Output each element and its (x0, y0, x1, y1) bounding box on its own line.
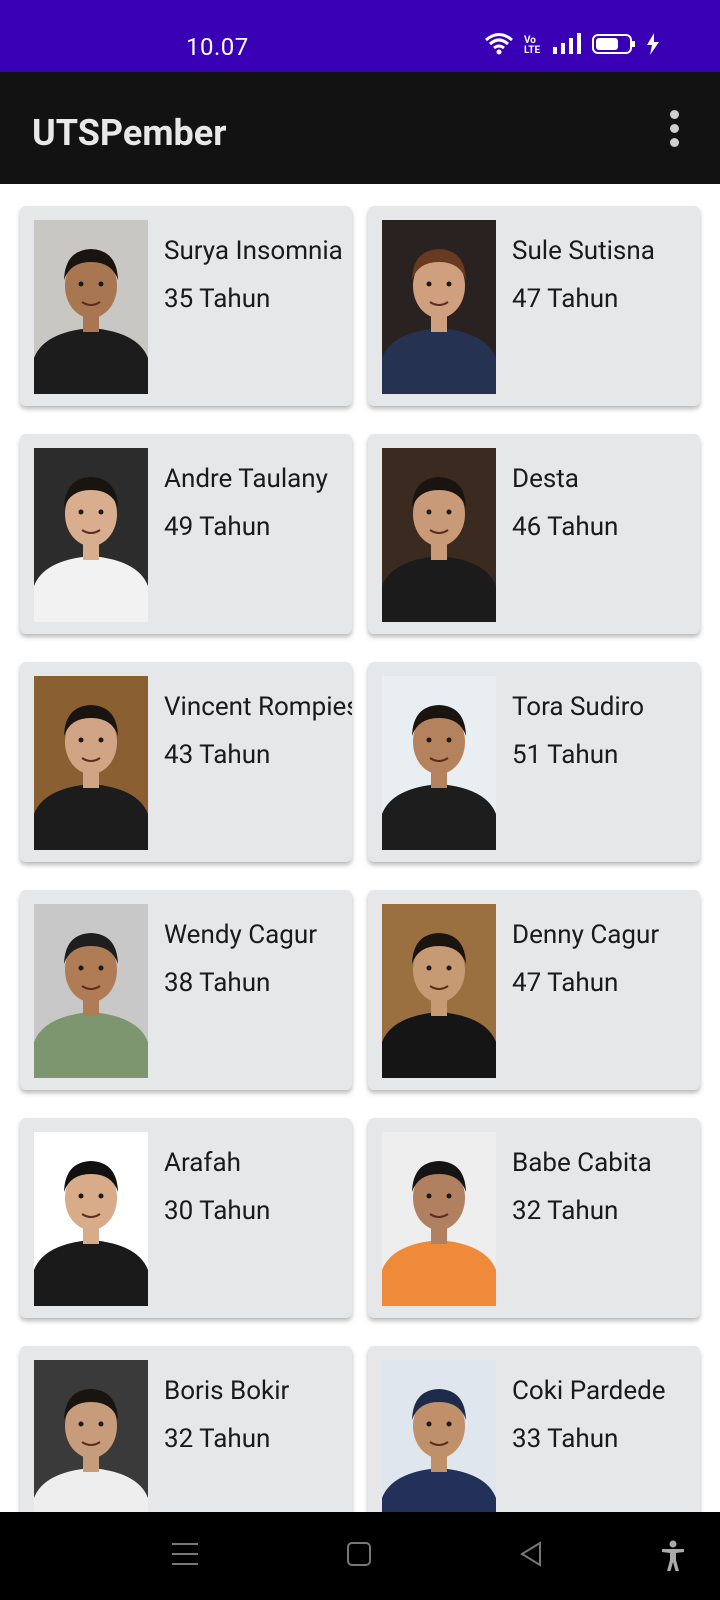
comedian-age: 47 Tahun (512, 968, 619, 998)
comedian-age: 51 Tahun (512, 740, 619, 770)
portrait-photo (34, 676, 148, 850)
comedian-name: Andre Taulany (164, 464, 328, 494)
app-title: UTSPember (32, 112, 227, 154)
comedian-card[interactable]: Wendy Cagur 38 Tahun (20, 890, 352, 1090)
battery-icon (592, 33, 636, 59)
comedian-name: Tora Sudiro (512, 692, 645, 722)
comedian-card[interactable]: Surya Insomnia 35 Tahun (20, 206, 352, 406)
comedian-card[interactable]: Sule Sutisna 47 Tahun (368, 206, 700, 406)
status-time: 10.07 (186, 33, 249, 61)
comedian-age: 38 Tahun (164, 968, 271, 998)
comedian-name: Desta (512, 464, 579, 494)
portrait-photo (382, 448, 496, 622)
comedian-name: Babe Cabita (512, 1148, 652, 1178)
comedian-card[interactable]: Arafah 30 Tahun (20, 1118, 352, 1318)
comedian-name: Coki Pardede (512, 1376, 666, 1406)
portrait-photo (34, 904, 148, 1078)
status-bar: 10.07 Vo LTE (0, 0, 720, 72)
comedian-age: 47 Tahun (512, 284, 619, 314)
comedian-card[interactable]: Tora Sudiro 51 Tahun (368, 662, 700, 862)
home-icon[interactable] (346, 1540, 372, 1572)
comedian-card[interactable]: Andre Taulany 49 Tahun (20, 434, 352, 634)
comedian-card[interactable]: Vincent Rompies 43 Tahun (20, 662, 352, 862)
comedian-age: 32 Tahun (164, 1424, 271, 1454)
comedian-card[interactable]: Coki Pardede 33 Tahun (368, 1346, 700, 1512)
comedian-age: 35 Tahun (164, 284, 271, 314)
charging-icon (646, 33, 660, 59)
back-icon[interactable] (518, 1540, 544, 1572)
comedian-card[interactable]: Denny Cagur 47 Tahun (368, 890, 700, 1090)
portrait-photo (382, 904, 496, 1078)
comedian-name: Sule Sutisna (512, 236, 655, 266)
comedian-name: Wendy Cagur (164, 920, 318, 950)
portrait-photo (382, 1360, 496, 1512)
comedian-name: Arafah (164, 1148, 241, 1178)
comedian-name: Vincent Rompies (164, 692, 352, 722)
wifi-icon (484, 32, 514, 60)
overflow-menu-icon[interactable] (668, 110, 680, 147)
comedian-name: Boris Bokir (164, 1376, 290, 1406)
comedian-age: 46 Tahun (512, 512, 619, 542)
navigation-bar (0, 1512, 720, 1600)
comedian-name: Surya Insomnia (164, 236, 343, 266)
signal-icon (552, 33, 582, 59)
status-icons: Vo LTE (484, 32, 660, 60)
portrait-photo (34, 1360, 148, 1512)
comedian-grid[interactable]: Surya Insomnia 35 Tahun Sule Sutisna 47 Tah… (0, 184, 720, 1512)
portrait-photo (382, 676, 496, 850)
comedian-age: 43 Tahun (164, 740, 271, 770)
comedian-age: 49 Tahun (164, 512, 271, 542)
app-bar: UTSPember (0, 72, 720, 184)
comedian-card[interactable]: Boris Bokir 32 Tahun (20, 1346, 352, 1512)
comedian-age: 33 Tahun (512, 1424, 619, 1454)
comedian-card[interactable]: Babe Cabita 32 Tahun (368, 1118, 700, 1318)
comedian-name: Denny Cagur (512, 920, 660, 950)
portrait-photo (34, 448, 148, 622)
comedian-card[interactable]: Desta 46 Tahun (368, 434, 700, 634)
accessibility-icon[interactable] (660, 1540, 686, 1576)
portrait-photo (382, 220, 496, 394)
comedian-age: 30 Tahun (164, 1196, 271, 1226)
portrait-photo (382, 1132, 496, 1306)
portrait-photo (34, 1132, 148, 1306)
portrait-photo (34, 220, 148, 394)
recent-apps-icon[interactable] (172, 1540, 198, 1572)
comedian-age: 32 Tahun (512, 1196, 619, 1226)
volte-icon: Vo LTE (524, 35, 541, 56)
